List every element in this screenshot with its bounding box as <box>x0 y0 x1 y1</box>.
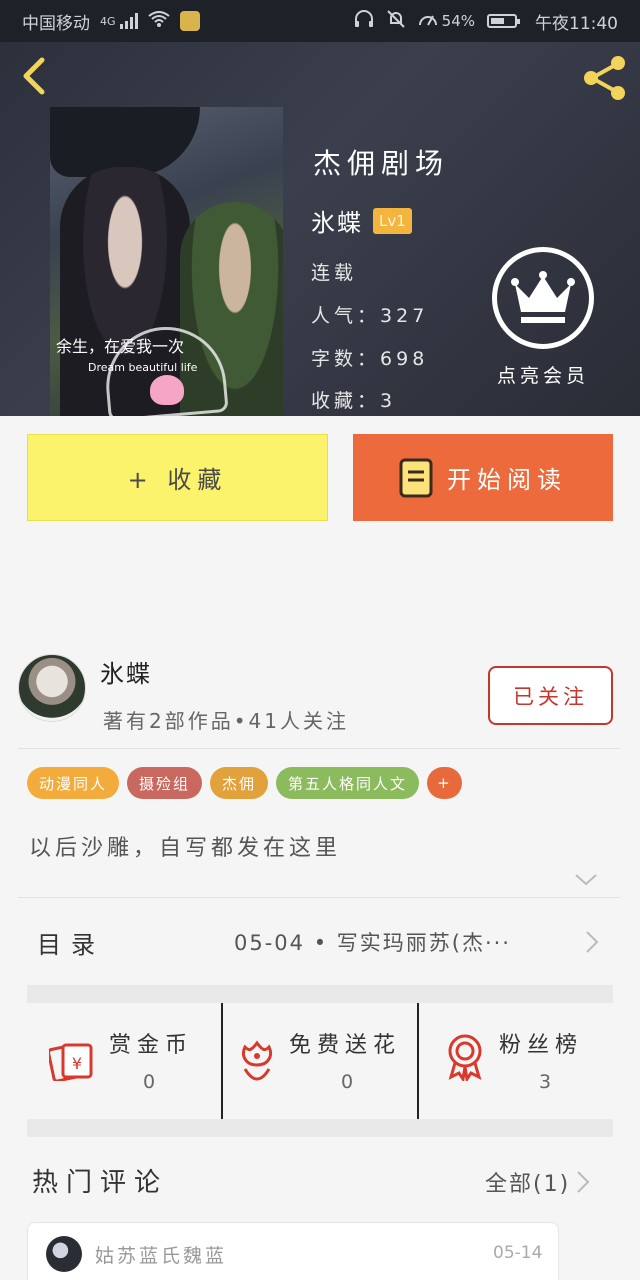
all-comments-label: 全部(1) <box>485 1172 571 1197</box>
stats-row: ¥ 赏金币 0 免费送花 0 粉丝榜 3 <box>27 1003 613 1119</box>
book-cover[interactable]: 余生，在爱我一次 Dream beautiful life <box>50 107 283 416</box>
collect-button[interactable]: + 收藏 <box>27 434 328 521</box>
author-name[interactable]: 氷蝶 <box>100 654 152 689</box>
comment-date: 05-14 <box>493 1243 543 1263</box>
follow-button[interactable]: 已关注 <box>488 666 613 725</box>
battery-icon <box>487 14 520 28</box>
book-word-count: 字数：698 <box>311 344 428 371</box>
chevron-left-icon <box>23 57 45 95</box>
divider <box>18 748 620 749</box>
wifi-icon <box>147 10 170 32</box>
status-bar: 中国移动 4G 54% 午夜11:40 <box>0 0 640 42</box>
popularity-label: 人气： <box>311 305 381 327</box>
clock: 午夜11:40 <box>535 13 618 34</box>
stat-flowers[interactable]: 免费送花 0 <box>221 1003 417 1119</box>
tag-list: 动漫同人 摄殓组 杰佣 第五人格同人文 + <box>27 767 462 799</box>
author-avatar[interactable] <box>18 654 86 722</box>
stat-label: 粉丝榜 <box>499 1033 584 1058</box>
start-reading-label: 开始阅读 <box>447 466 567 494</box>
book-favorites: 收藏：3 <box>311 386 396 413</box>
cover-subtext: Dream beautiful life <box>88 361 198 374</box>
red-envelope-icon: ¥ <box>47 1039 95 1085</box>
book-description: 以后沙雕，自写都发在这里 <box>29 836 342 861</box>
start-reading-button[interactable]: 开始阅读 <box>353 434 613 521</box>
tag-item[interactable]: 摄殓组 <box>127 767 203 799</box>
chevron-right-icon <box>585 930 599 958</box>
stat-value: 0 <box>341 1071 354 1093</box>
book-icon <box>399 458 433 497</box>
table-of-contents-row[interactable]: 目录 05-04 • 写实玛丽苏(杰··· <box>27 898 613 986</box>
medal-icon <box>445 1033 485 1085</box>
tag-item[interactable]: 杰佣 <box>210 767 269 799</box>
popularity-value: 327 <box>380 305 429 327</box>
all-comments-link[interactable]: 全部(1) <box>485 1166 590 1198</box>
section-separator <box>27 1119 613 1137</box>
vip-label[interactable]: 点亮会员 <box>497 361 589 388</box>
word-count-value: 698 <box>380 348 429 370</box>
hot-comments-title: 热门评论 <box>32 1168 169 1198</box>
book-popularity: 人气：327 <box>311 301 428 328</box>
expand-button[interactable] <box>574 872 598 892</box>
signal-icon <box>119 13 138 29</box>
book-status: 连载 <box>311 262 358 284</box>
network-label: 4G <box>100 14 116 28</box>
favorites-value: 3 <box>380 390 397 412</box>
tag-item[interactable]: 第五人格同人文 <box>276 767 420 799</box>
chevron-down-icon <box>575 874 597 886</box>
mute-bell-icon <box>386 9 406 34</box>
book-header: 中国移动 4G 54% 午夜11:40 余生，在爱我一次 Dream beaut… <box>0 0 640 416</box>
stat-label: 免费送花 <box>289 1033 402 1058</box>
stat-fans[interactable]: 粉丝榜 3 <box>417 1003 613 1119</box>
battery-percent: 54% <box>441 12 475 30</box>
stat-label: 赏金币 <box>109 1033 194 1058</box>
back-button[interactable] <box>16 56 56 96</box>
speed-icon <box>418 10 438 33</box>
author-stats: 著有2部作品•41人关注 <box>103 709 349 733</box>
crown-icon <box>511 271 575 323</box>
favorites-label: 收藏： <box>311 390 381 412</box>
share-button[interactable] <box>580 54 630 102</box>
vip-button[interactable] <box>492 247 594 349</box>
add-tag-button[interactable]: + <box>427 767 462 799</box>
cover-text: 余生，在爱我一次 <box>56 337 185 356</box>
commenter-name[interactable]: 姑苏蓝氏魏蓝 <box>95 1241 227 1268</box>
word-count-label: 字数： <box>311 348 381 370</box>
stat-value: 3 <box>539 1071 552 1093</box>
stat-coins[interactable]: ¥ 赏金币 0 <box>27 1003 221 1119</box>
commenter-avatar[interactable] <box>46 1236 82 1272</box>
level-badge: Lv1 <box>373 207 412 234</box>
carrier-label: 中国移动 <box>22 13 90 34</box>
toc-latest-chapter: 05-04 • 写实玛丽苏(杰··· <box>234 931 511 955</box>
app-notification-icon <box>179 11 200 31</box>
share-icon <box>584 56 625 100</box>
book-author-name[interactable]: 氷蝶 <box>311 203 363 238</box>
svg-text:¥: ¥ <box>72 1054 82 1073</box>
flower-icon <box>237 1039 277 1085</box>
book-author-line: 氷蝶 Lv1 <box>311 203 412 238</box>
cover-pink-heart <box>150 375 184 405</box>
stat-value: 0 <box>143 1071 156 1093</box>
comment-card[interactable]: 姑苏蓝氏魏蓝 05-14 <box>27 1222 559 1280</box>
headphones-icon <box>354 9 374 33</box>
toc-label: 目录 <box>37 930 105 959</box>
tag-item[interactable]: 动漫同人 <box>27 767 120 799</box>
book-title: 杰佣剧场 <box>313 147 450 180</box>
chevron-right-icon <box>577 1171 590 1193</box>
section-separator <box>27 985 613 1003</box>
